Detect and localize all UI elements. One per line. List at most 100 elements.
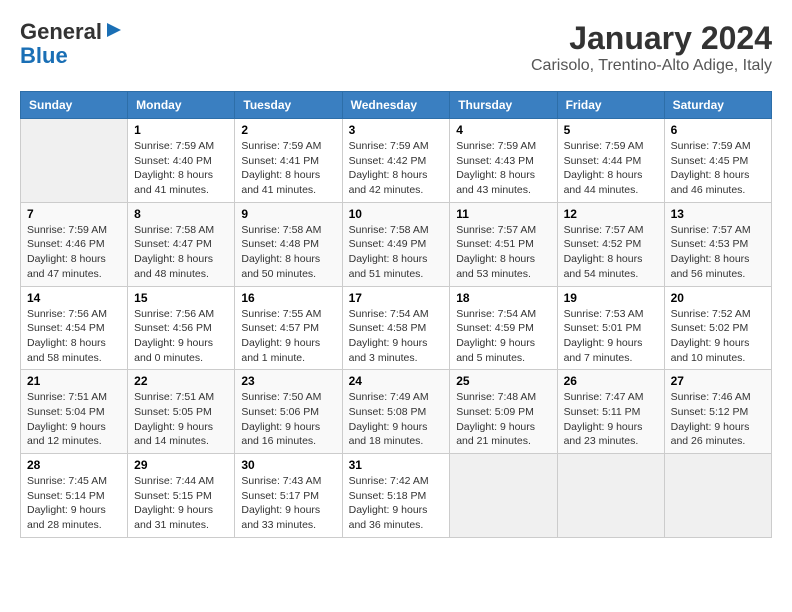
calendar-cell: 15Sunrise: 7:56 AM Sunset: 4:56 PM Dayli… (128, 286, 235, 370)
logo: General Blue (20, 20, 123, 68)
header-cell-saturday: Saturday (664, 92, 771, 119)
day-number: 3 (349, 123, 444, 137)
day-info: Sunrise: 7:54 AM Sunset: 4:59 PM Dayligh… (456, 307, 550, 366)
logo-text-general: General (20, 20, 102, 44)
day-number: 29 (134, 458, 228, 472)
day-number: 10 (349, 207, 444, 221)
day-info: Sunrise: 7:52 AM Sunset: 5:02 PM Dayligh… (671, 307, 765, 366)
day-number: 25 (456, 374, 550, 388)
logo-arrow-icon (105, 21, 123, 39)
week-row-1: 1 Sunrise: 7:59 AM Sunset: 4:40 PM Daylig… (21, 119, 772, 203)
calendar-cell: 23 Sunrise: 7:50 AM Sunset: 5:06 PM Dayli… (235, 370, 342, 454)
calendar-cell: 26 Sunrise: 7:47 AM Sunset: 5:11 PM Dayli… (557, 370, 664, 454)
calendar-cell: 27Sunrise: 7:46 AM Sunset: 5:12 PM Dayli… (664, 370, 771, 454)
day-number: 8 (134, 207, 228, 221)
calendar-cell: 8 Sunrise: 7:58 AM Sunset: 4:47 PM Daylig… (128, 202, 235, 286)
day-number: 1 (134, 123, 228, 137)
calendar-body: 1 Sunrise: 7:59 AM Sunset: 4:40 PM Daylig… (21, 119, 772, 538)
title-block: January 2024 Carisolo, Trentino-Alto Adi… (531, 20, 772, 75)
day-info: Sunrise: 7:58 AM Sunset: 4:49 PM Dayligh… (349, 223, 444, 282)
calendar-cell: 28 Sunrise: 7:45 AM Sunset: 5:14 PM Dayli… (21, 454, 128, 538)
calendar-cell: 30 Sunrise: 7:43 AM Sunset: 5:17 PM Dayli… (235, 454, 342, 538)
day-number: 15 (134, 291, 228, 305)
page-header: General Blue January 2024 Carisolo, Tren… (20, 20, 772, 75)
day-info: Sunrise: 7:56 AM Sunset: 4:54 PM Dayligh… (27, 307, 121, 366)
header-cell-friday: Friday (557, 92, 664, 119)
day-info: Sunrise: 7:59 AM Sunset: 4:44 PM Dayligh… (564, 139, 658, 198)
day-info: Sunrise: 7:50 AM Sunset: 5:06 PM Dayligh… (241, 390, 335, 449)
day-number: 23 (241, 374, 335, 388)
day-number: 5 (564, 123, 658, 137)
week-row-2: 7 Sunrise: 7:59 AM Sunset: 4:46 PM Daylig… (21, 202, 772, 286)
day-number: 11 (456, 207, 550, 221)
calendar-cell: 3Sunrise: 7:59 AM Sunset: 4:42 PM Daylig… (342, 119, 450, 203)
calendar-table: SundayMondayTuesdayWednesdayThursdayFrid… (20, 91, 772, 538)
calendar-cell: 12Sunrise: 7:57 AM Sunset: 4:52 PM Dayli… (557, 202, 664, 286)
day-number: 21 (27, 374, 121, 388)
day-info: Sunrise: 7:59 AM Sunset: 4:45 PM Dayligh… (671, 139, 765, 198)
calendar-cell (557, 454, 664, 538)
calendar-cell: 2Sunrise: 7:59 AM Sunset: 4:41 PM Daylig… (235, 119, 342, 203)
day-info: Sunrise: 7:57 AM Sunset: 4:51 PM Dayligh… (456, 223, 550, 282)
calendar-header: SundayMondayTuesdayWednesdayThursdayFrid… (21, 92, 772, 119)
day-number: 26 (564, 374, 658, 388)
calendar-cell: 11 Sunrise: 7:57 AM Sunset: 4:51 PM Dayli… (450, 202, 557, 286)
day-number: 30 (241, 458, 335, 472)
day-info: Sunrise: 7:51 AM Sunset: 5:05 PM Dayligh… (134, 390, 228, 449)
day-info: Sunrise: 7:55 AM Sunset: 4:57 PM Dayligh… (241, 307, 335, 366)
day-number: 20 (671, 291, 765, 305)
calendar-cell: 10 Sunrise: 7:58 AM Sunset: 4:49 PM Dayli… (342, 202, 450, 286)
calendar-cell: 22 Sunrise: 7:51 AM Sunset: 5:05 PM Dayli… (128, 370, 235, 454)
calendar-cell (664, 454, 771, 538)
header-cell-tuesday: Tuesday (235, 92, 342, 119)
calendar-cell: 9 Sunrise: 7:58 AM Sunset: 4:48 PM Daylig… (235, 202, 342, 286)
header-cell-sunday: Sunday (21, 92, 128, 119)
month-title: January 2024 (531, 20, 772, 57)
calendar-cell: 5 Sunrise: 7:59 AM Sunset: 4:44 PM Daylig… (557, 119, 664, 203)
calendar-cell: 6Sunrise: 7:59 AM Sunset: 4:45 PM Daylig… (664, 119, 771, 203)
calendar-cell: 1 Sunrise: 7:59 AM Sunset: 4:40 PM Daylig… (128, 119, 235, 203)
calendar-cell: 18Sunrise: 7:54 AM Sunset: 4:59 PM Dayli… (450, 286, 557, 370)
day-info: Sunrise: 7:45 AM Sunset: 5:14 PM Dayligh… (27, 474, 121, 533)
week-row-4: 21Sunrise: 7:51 AM Sunset: 5:04 PM Dayli… (21, 370, 772, 454)
day-number: 22 (134, 374, 228, 388)
day-info: Sunrise: 7:58 AM Sunset: 4:47 PM Dayligh… (134, 223, 228, 282)
day-number: 7 (27, 207, 121, 221)
day-number: 14 (27, 291, 121, 305)
day-number: 28 (27, 458, 121, 472)
calendar-cell: 16 Sunrise: 7:55 AM Sunset: 4:57 PM Dayli… (235, 286, 342, 370)
calendar-cell: 14 Sunrise: 7:56 AM Sunset: 4:54 PM Dayli… (21, 286, 128, 370)
calendar-cell: 24 Sunrise: 7:49 AM Sunset: 5:08 PM Dayli… (342, 370, 450, 454)
day-info: Sunrise: 7:54 AM Sunset: 4:58 PM Dayligh… (349, 307, 444, 366)
day-info: Sunrise: 7:49 AM Sunset: 5:08 PM Dayligh… (349, 390, 444, 449)
day-info: Sunrise: 7:43 AM Sunset: 5:17 PM Dayligh… (241, 474, 335, 533)
calendar-cell: 31 Sunrise: 7:42 AM Sunset: 5:18 PM Dayli… (342, 454, 450, 538)
week-row-5: 28 Sunrise: 7:45 AM Sunset: 5:14 PM Dayli… (21, 454, 772, 538)
header-cell-monday: Monday (128, 92, 235, 119)
day-number: 2 (241, 123, 335, 137)
calendar-cell: 4Sunrise: 7:59 AM Sunset: 4:43 PM Daylig… (450, 119, 557, 203)
header-cell-wednesday: Wednesday (342, 92, 450, 119)
day-info: Sunrise: 7:46 AM Sunset: 5:12 PM Dayligh… (671, 390, 765, 449)
day-info: Sunrise: 7:59 AM Sunset: 4:46 PM Dayligh… (27, 223, 121, 282)
calendar-cell: 7 Sunrise: 7:59 AM Sunset: 4:46 PM Daylig… (21, 202, 128, 286)
day-number: 17 (349, 291, 444, 305)
day-number: 19 (564, 291, 658, 305)
day-info: Sunrise: 7:58 AM Sunset: 4:48 PM Dayligh… (241, 223, 335, 282)
calendar-cell: 20 Sunrise: 7:52 AM Sunset: 5:02 PM Dayli… (664, 286, 771, 370)
calendar-cell: 13 Sunrise: 7:57 AM Sunset: 4:53 PM Dayli… (664, 202, 771, 286)
calendar-cell: 29Sunrise: 7:44 AM Sunset: 5:15 PM Dayli… (128, 454, 235, 538)
day-number: 31 (349, 458, 444, 472)
calendar-cell: 25 Sunrise: 7:48 AM Sunset: 5:09 PM Dayli… (450, 370, 557, 454)
day-number: 16 (241, 291, 335, 305)
calendar-cell (21, 119, 128, 203)
day-info: Sunrise: 7:57 AM Sunset: 4:53 PM Dayligh… (671, 223, 765, 282)
day-info: Sunrise: 7:47 AM Sunset: 5:11 PM Dayligh… (564, 390, 658, 449)
day-info: Sunrise: 7:48 AM Sunset: 5:09 PM Dayligh… (456, 390, 550, 449)
day-info: Sunrise: 7:59 AM Sunset: 4:40 PM Dayligh… (134, 139, 228, 198)
calendar-cell: 17 Sunrise: 7:54 AM Sunset: 4:58 PM Dayli… (342, 286, 450, 370)
day-number: 9 (241, 207, 335, 221)
day-info: Sunrise: 7:42 AM Sunset: 5:18 PM Dayligh… (349, 474, 444, 533)
day-number: 13 (671, 207, 765, 221)
day-number: 24 (349, 374, 444, 388)
